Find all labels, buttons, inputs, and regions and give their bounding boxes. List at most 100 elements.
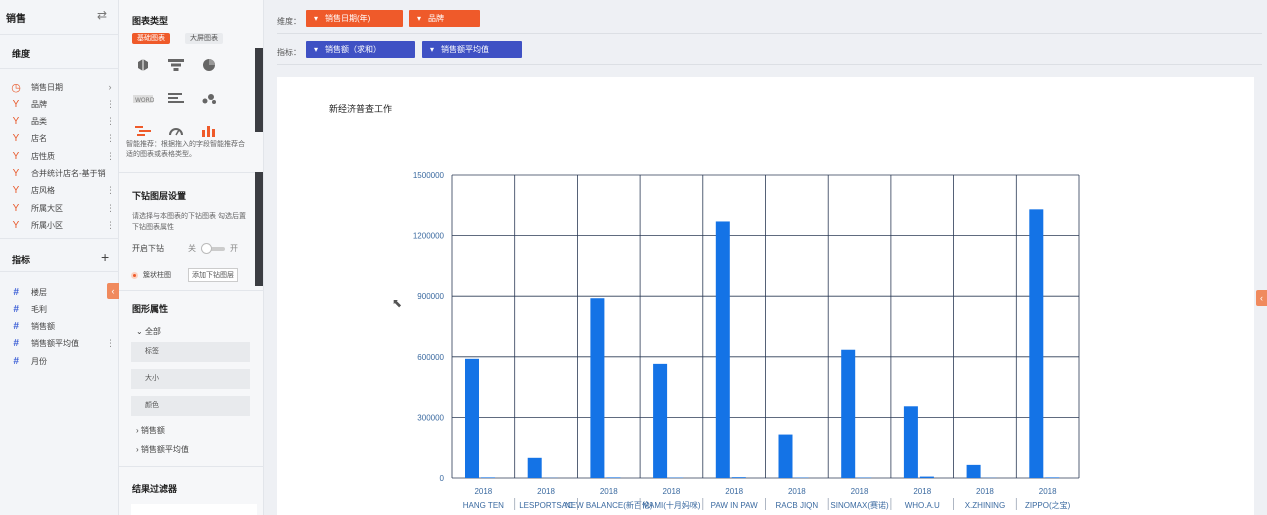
- measure-field[interactable]: # 销售额平均值 ⋮: [8, 336, 115, 352]
- drill-toggle-switch[interactable]: [201, 242, 225, 254]
- recommend-note: 智能推荐：根据拖入的字段智能推荐合适的图表或表格类型。: [126, 141, 245, 158]
- x-year-label: 2018: [851, 487, 869, 496]
- add-measure-icon[interactable]: +: [101, 249, 109, 265]
- tab-basic-charts[interactable]: 基础图表: [132, 33, 170, 44]
- divider: [119, 172, 264, 173]
- chevron-right-icon: ›: [136, 426, 139, 435]
- bar-sales-sum: [590, 298, 605, 478]
- more-icon[interactable]: ⋮: [106, 151, 115, 162]
- column-chart-icon[interactable]: [197, 122, 221, 140]
- bar-sales-avg: [481, 477, 495, 478]
- measure-field-label: 毛利: [31, 304, 47, 314]
- bar-sales-avg: [731, 477, 746, 478]
- color-property-box[interactable]: 颜色: [131, 396, 250, 416]
- size-property-box[interactable]: 大小: [131, 369, 250, 389]
- dimension-field[interactable]: Y 店名 ⋮: [8, 131, 115, 147]
- tree-sales-avg-label: 销售额平均值: [140, 445, 189, 454]
- more-icon[interactable]: ⋮: [106, 99, 115, 110]
- x-year-label: 2018: [1039, 487, 1057, 496]
- dimensions-label: 维度: [12, 49, 31, 59]
- divider: [277, 64, 1262, 65]
- divider: [119, 290, 264, 291]
- more-icon[interactable]: ⋮: [106, 116, 115, 127]
- drill-description: 请选择与本图表的下钻图表 勾选后置下钻图表属性: [132, 213, 246, 231]
- svg-text:WORD: WORD: [135, 97, 154, 104]
- layer-radio[interactable]: [131, 271, 138, 279]
- scrollbar[interactable]: [255, 48, 263, 132]
- measure-field[interactable]: # 毛利: [8, 301, 114, 317]
- divider: [119, 466, 264, 467]
- dimension-chip-brand[interactable]: ▾ 品牌: [409, 10, 480, 27]
- dimension-field[interactable]: ◷ 销售日期 ›: [8, 79, 114, 95]
- more-icon[interactable]: ⋮: [106, 220, 115, 231]
- collapse-panel-icon[interactable]: ‹: [107, 283, 119, 299]
- more-icon[interactable]: ⋮: [106, 133, 115, 144]
- scrollbar[interactable]: [255, 172, 263, 286]
- funnel-chart-icon[interactable]: [164, 56, 188, 74]
- dimension-field-label: 店性质: [31, 151, 55, 161]
- more-icon[interactable]: ⋮: [106, 338, 115, 349]
- measure-field[interactable]: # 月份: [8, 353, 114, 369]
- switch-datasource-icon[interactable]: ⇄: [97, 8, 107, 22]
- dimension-chip-sales-date[interactable]: ▾ 销售日期(年): [306, 10, 403, 27]
- dimension-field[interactable]: Y 品牌 ⋮: [8, 96, 115, 112]
- measure-field-label: 月份: [31, 356, 47, 366]
- pie-chart-icon[interactable]: [197, 56, 221, 74]
- tree-all[interactable]: ⌄ 全部: [136, 326, 161, 337]
- tab-dashboard-charts[interactable]: 大屏图表: [185, 33, 223, 44]
- more-icon[interactable]: ⋮: [106, 185, 115, 196]
- chevron-down-icon: ▾: [314, 14, 319, 23]
- bar-sales-sum: [841, 349, 856, 478]
- gauge-chart-icon[interactable]: [164, 122, 188, 140]
- dimension-field[interactable]: Y 店性质 ⋮: [8, 148, 115, 164]
- dimension-field-label: 所属小区: [31, 220, 63, 230]
- chevron-down-icon: ▾: [417, 14, 422, 23]
- chip-label: 销售日期(年): [325, 14, 371, 23]
- dimension-field[interactable]: Y 所属小区 ⋮: [8, 217, 115, 233]
- measure-field[interactable]: # 销售额: [8, 319, 114, 335]
- chevron-down-icon: ⌄: [136, 327, 143, 336]
- dimension-field-label: 店名: [31, 134, 47, 144]
- tree-sales-avg[interactable]: › 销售额平均值: [136, 444, 189, 455]
- chip-label: 品牌: [428, 14, 445, 23]
- chip-label: 销售额（求和）: [325, 45, 382, 54]
- x-category-label: RACB JIQN: [776, 501, 819, 510]
- app: 销售 ⇄ 维度 ◷ 销售日期 › Y 品牌 ⋮ Y 品类 ⋮ Y 店名 ⋮ Y 店性质 ⋮ Y 合并统计店名-基…: [0, 0, 1267, 515]
- dimension-field[interactable]: Y 品类 ⋮: [8, 114, 115, 130]
- measure-chip-sales-sum[interactable]: ▾ 销售额（求和）: [306, 41, 415, 58]
- tree-sales[interactable]: › 销售额: [136, 425, 165, 436]
- measure-chip-sales-avg[interactable]: ▾ 销售额平均值: [422, 41, 522, 58]
- measure-field-label: 销售额平均值: [31, 339, 79, 349]
- dimension-icon: Y: [12, 168, 20, 179]
- dimension-icon: Y: [12, 202, 20, 214]
- y-tick-label: 300000: [417, 413, 444, 422]
- x-category-label: ZIPPO(之宝): [1025, 500, 1071, 510]
- gantt-chart-icon[interactable]: [131, 122, 155, 140]
- result-filter-box[interactable]: [131, 504, 257, 515]
- dimension-field[interactable]: Y 店风格 ⋮: [8, 183, 115, 199]
- dimension-icon: Y: [12, 219, 20, 231]
- x-year-label: 2018: [474, 487, 492, 496]
- more-icon[interactable]: ⋮: [106, 203, 115, 214]
- chevron-down-icon: ▾: [430, 45, 435, 54]
- dimension-field[interactable]: Y 所属大区 ⋮: [8, 200, 115, 216]
- bar-horizontal-icon[interactable]: [164, 90, 188, 108]
- funnel3d-chart-icon[interactable]: [131, 56, 155, 74]
- chevron-right-icon[interactable]: ›: [106, 82, 114, 92]
- bar-sales-avg: [1045, 477, 1060, 478]
- measure-field-label: 楼层: [31, 287, 47, 297]
- measure-field[interactable]: # 楼层: [8, 284, 114, 300]
- add-drill-layer-button[interactable]: 添加下钻图层: [188, 268, 238, 282]
- bar-sales-sum: [527, 457, 542, 478]
- word-cloud-icon[interactable]: WORD: [131, 90, 155, 108]
- dimension-icon: Y: [12, 116, 20, 128]
- clock-icon: ◷: [11, 81, 21, 94]
- config-panel: 图表类型 基础图表 大屏图表 WORD 智能推荐：根据拖入的字段智能推荐合适的图…: [119, 0, 264, 515]
- dimension-field[interactable]: Y 合并统计店名-基于销: [8, 166, 114, 182]
- label-property-box[interactable]: 标签: [131, 342, 250, 362]
- expand-right-panel-icon[interactable]: ‹: [1256, 290, 1267, 306]
- y-tick-label: 1500000: [413, 171, 445, 180]
- dimension-shelf-label: 维度：: [277, 17, 301, 26]
- scatter-chart-icon[interactable]: [197, 90, 221, 108]
- field-panel: 销售 ⇄ 维度 ◷ 销售日期 › Y 品牌 ⋮ Y 品类 ⋮ Y 店名 ⋮ Y 店性质 ⋮ Y 合并统计店名-基…: [0, 0, 119, 515]
